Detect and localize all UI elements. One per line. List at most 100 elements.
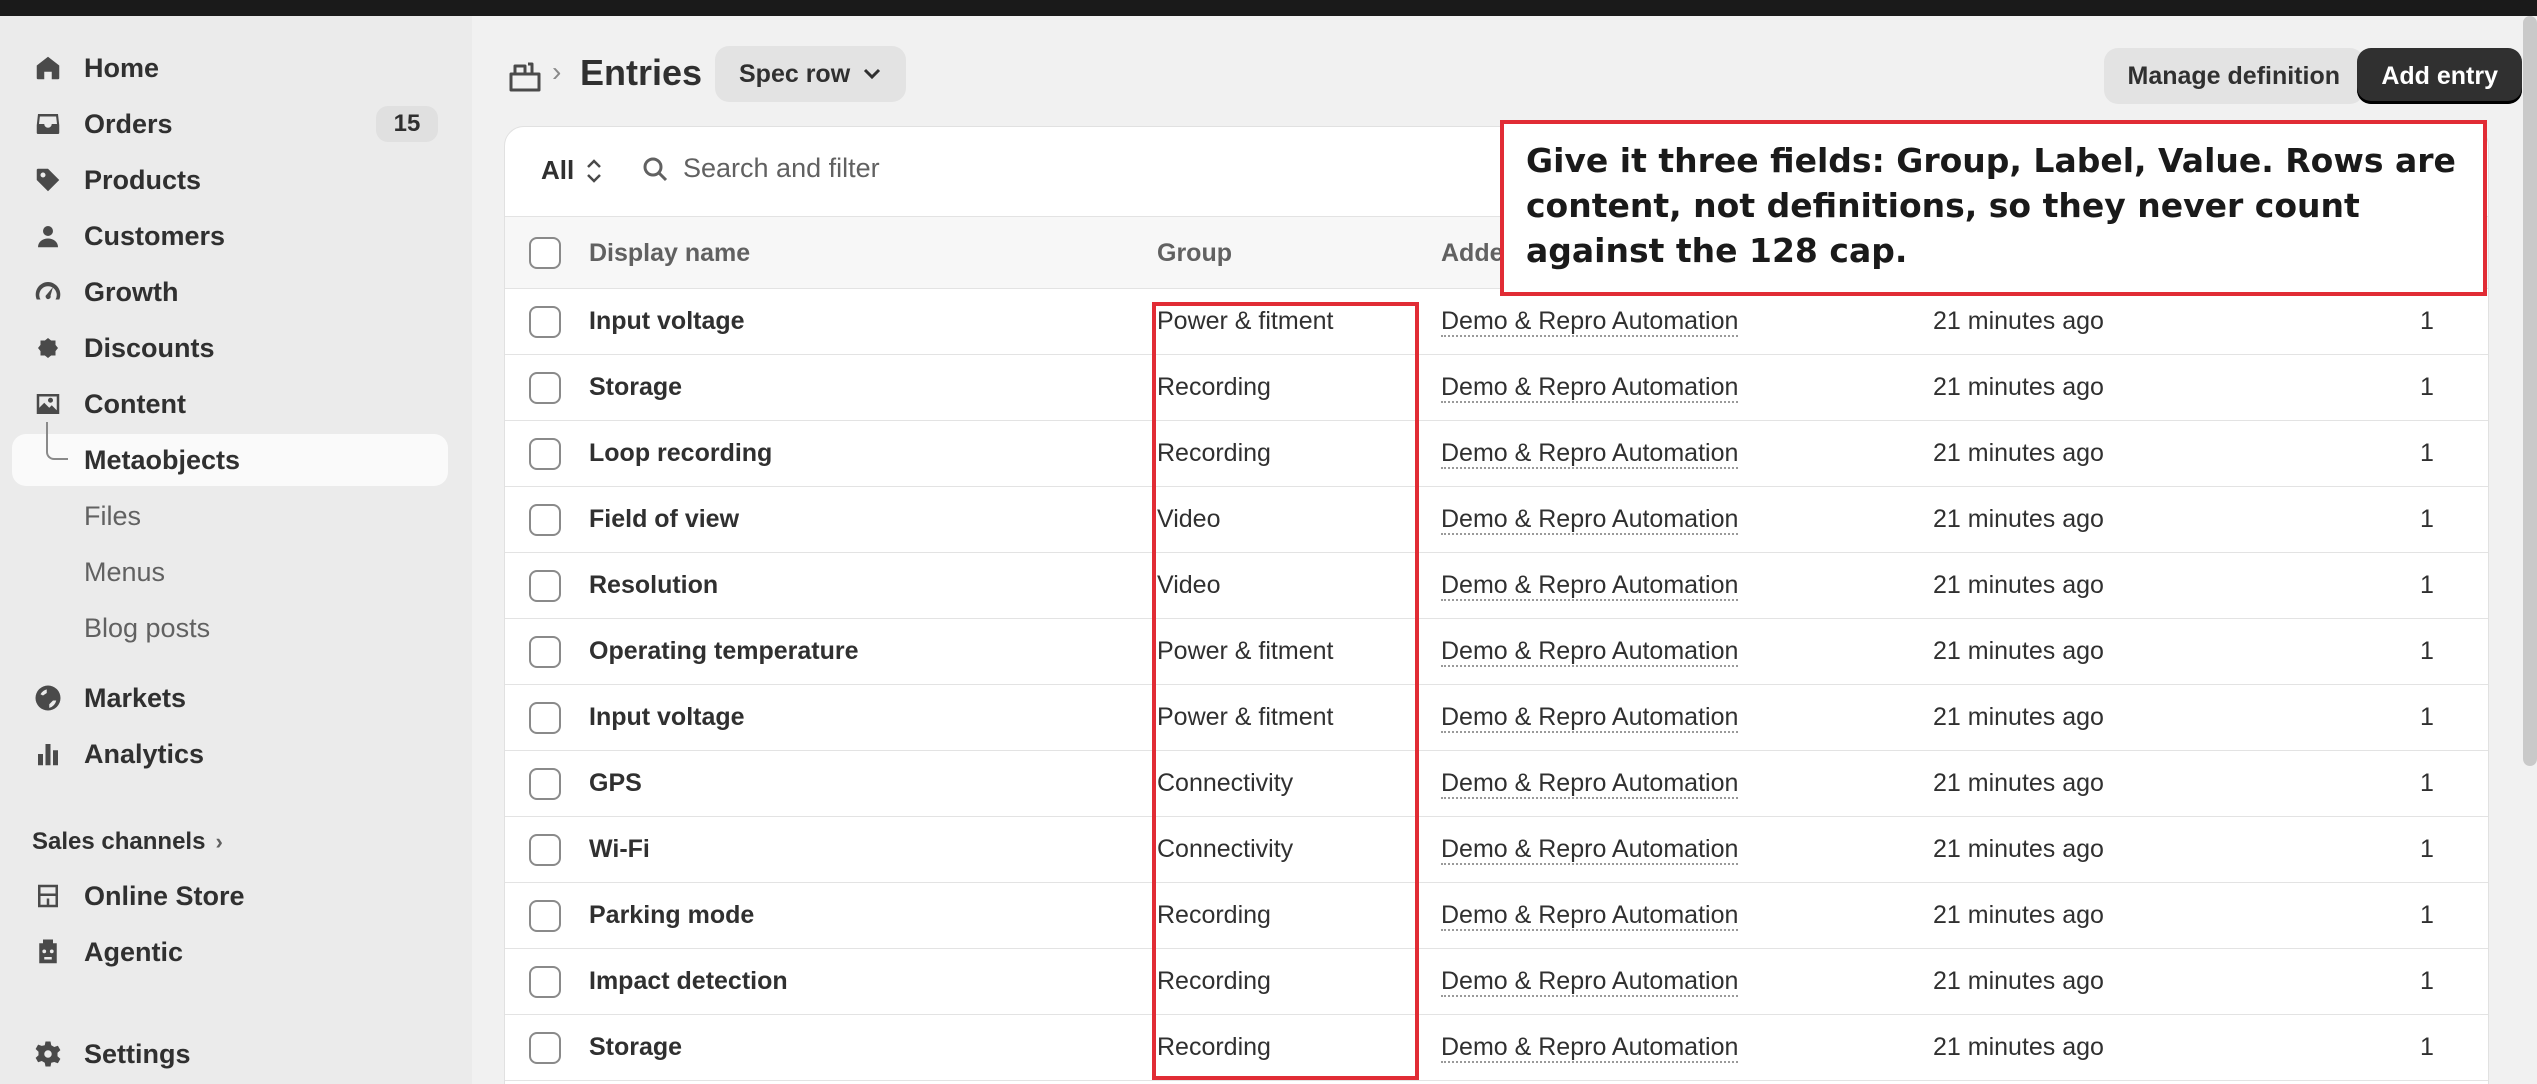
cell-group: Power & fitment: [1157, 637, 1334, 665]
sidebar-item-home[interactable]: Home: [12, 42, 448, 94]
cell-display-name[interactable]: Input voltage: [589, 703, 745, 732]
page-header: › Entries Spec row Manage definition Add…: [472, 16, 2537, 126]
row-checkbox[interactable]: [529, 966, 561, 998]
row-checkbox[interactable]: [529, 372, 561, 404]
cell-display-name[interactable]: Field of view: [589, 505, 739, 534]
definition-selector-label: Spec row: [739, 59, 851, 88]
cell-updated: 21 minutes ago: [1933, 1033, 2104, 1061]
view-selector[interactable]: All: [541, 155, 602, 186]
cell-display-name[interactable]: Input voltage: [589, 307, 745, 336]
row-checkbox[interactable]: [529, 504, 561, 536]
sidebar-item-label: Settings: [84, 1038, 191, 1069]
row-checkbox[interactable]: [529, 702, 561, 734]
row-checkbox[interactable]: [529, 438, 561, 470]
table-row[interactable]: Storage Recording Demo & Repro Automation 2…: [505, 355, 2488, 421]
table-row[interactable]: Field of view Video Demo & Repro Automatio…: [505, 487, 2488, 553]
search-field[interactable]: Search and filter: [641, 153, 880, 184]
sidebar: Home Orders 15 Products Customers Growth…: [0, 16, 472, 1084]
cell-added-by: Demo & Repro Automation: [1441, 967, 1739, 997]
annotation-callout: Give it three fields: Group, Label, Valu…: [1500, 120, 2487, 296]
table-row[interactable]: GPS Connectivity Demo & Repro Automation 21…: [505, 751, 2488, 817]
table-row[interactable]: Loop recording Recording Demo & Repro Auto…: [505, 421, 2488, 487]
sidebar-item-label: Menus: [84, 556, 166, 587]
table-row[interactable]: Impact detection Recording Demo & Repro Au…: [505, 949, 2488, 1015]
column-header-group[interactable]: Group: [1157, 239, 1232, 268]
cell-group: Recording: [1157, 439, 1271, 467]
table-row[interactable]: Parking mode Recording Demo & Repro Automa…: [505, 883, 2488, 949]
sidebar-item-growth[interactable]: Growth: [12, 266, 448, 318]
row-checkbox[interactable]: [529, 570, 561, 602]
cell-display-name[interactable]: Wi-Fi: [589, 835, 650, 864]
sidebar-item-online-store[interactable]: Online Store: [12, 870, 448, 922]
column-header-added-by[interactable]: Adde: [1441, 239, 1504, 268]
cell-updated: 21 minutes ago: [1933, 901, 2104, 929]
sidebar-item-label: Blog posts: [84, 612, 211, 643]
sales-channels-heading[interactable]: Sales channels ›: [32, 828, 223, 856]
column-header-display-name[interactable]: Display name: [589, 239, 750, 268]
sidebar-item-content[interactable]: Content: [12, 378, 448, 430]
manage-definition-button[interactable]: Manage definition: [2103, 48, 2364, 104]
sidebar-item-menus[interactable]: Menus: [12, 546, 448, 598]
sidebar-item-label: Markets: [84, 682, 187, 713]
scrollbar[interactable]: [2523, 16, 2537, 766]
table-row[interactable]: Input voltage Power & fitment Demo & Repro…: [505, 685, 2488, 751]
page-title: Entries: [580, 52, 703, 93]
sidebar-item-label: Online Store: [84, 880, 245, 911]
cell-display-name[interactable]: Storage: [589, 373, 682, 402]
sidebar-item-metaobjects[interactable]: Metaobjects: [12, 422, 448, 486]
cell-updated: 21 minutes ago: [1933, 373, 2104, 401]
add-entry-button[interactable]: Add entry: [2357, 48, 2522, 104]
sidebar-item-agentic[interactable]: Agentic: [12, 926, 448, 978]
sidebar-item-files[interactable]: Files: [12, 490, 448, 542]
sidebar-item-label: Customers: [84, 220, 226, 251]
cell-display-name[interactable]: GPS: [589, 769, 642, 798]
cell-count: 1: [2420, 835, 2434, 863]
cell-updated: 21 minutes ago: [1933, 703, 2104, 731]
cell-added-by: Demo & Repro Automation: [1441, 505, 1739, 535]
cell-group: Video: [1157, 505, 1221, 533]
table-row[interactable]: Wi-Fi Connectivity Demo & Repro Automation…: [505, 817, 2488, 883]
row-checkbox[interactable]: [529, 834, 561, 866]
table-row[interactable]: Storage Recording Demo & Repro Automation 2…: [505, 1015, 2488, 1081]
cell-count: 1: [2420, 307, 2434, 335]
sidebar-item-customers[interactable]: Customers: [12, 210, 448, 262]
inbox-icon: [28, 104, 68, 144]
cell-count: 1: [2420, 505, 2434, 533]
cell-count: 1: [2420, 703, 2434, 731]
sidebar-item-markets[interactable]: Markets: [12, 672, 448, 724]
table-row[interactable]: Operating temperature Power & fitment Demo…: [505, 619, 2488, 685]
metaobject-icon[interactable]: [508, 60, 542, 92]
sidebar-item-discounts[interactable]: Discounts: [12, 322, 448, 374]
select-all-checkbox[interactable]: [529, 237, 561, 269]
cell-added-by: Demo & Repro Automation: [1441, 769, 1739, 799]
sidebar-item-settings[interactable]: Settings: [12, 1028, 448, 1080]
cell-updated: 21 minutes ago: [1933, 637, 2104, 665]
cell-display-name[interactable]: Loop recording: [589, 439, 772, 468]
sidebar-item-products[interactable]: Products: [12, 154, 448, 206]
cell-display-name[interactable]: Parking mode: [589, 901, 754, 930]
cell-group: Recording: [1157, 901, 1271, 929]
definition-selector-button[interactable]: Spec row: [715, 46, 907, 102]
cell-display-name[interactable]: Storage: [589, 1033, 682, 1062]
row-checkbox[interactable]: [529, 306, 561, 338]
table-row[interactable]: Resolution Video Demo & Repro Automation 21…: [505, 553, 2488, 619]
row-checkbox[interactable]: [529, 1032, 561, 1064]
cell-display-name[interactable]: Resolution: [589, 571, 718, 600]
cell-display-name[interactable]: Impact detection: [589, 967, 788, 996]
row-checkbox[interactable]: [529, 636, 561, 668]
sidebar-item-label: Analytics: [84, 738, 205, 769]
cell-added-by: Demo & Repro Automation: [1441, 571, 1739, 601]
cell-count: 1: [2420, 769, 2434, 797]
sales-channels-label: Sales channels: [32, 828, 206, 855]
table-row[interactable]: Input voltage Power & fitment Demo & Repro…: [505, 289, 2488, 355]
sidebar-item-label: Content: [84, 388, 186, 419]
row-checkbox[interactable]: [529, 900, 561, 932]
row-checkbox[interactable]: [529, 768, 561, 800]
sidebar-item-orders[interactable]: Orders 15: [12, 98, 448, 150]
sidebar-item-analytics[interactable]: Analytics: [12, 728, 448, 780]
sidebar-item-label: Files: [84, 500, 142, 531]
cell-display-name[interactable]: Operating temperature: [589, 637, 859, 666]
tree-connector: [46, 422, 68, 460]
sidebar-item-blog-posts[interactable]: Blog posts: [12, 602, 448, 654]
search-icon: [643, 157, 668, 181]
